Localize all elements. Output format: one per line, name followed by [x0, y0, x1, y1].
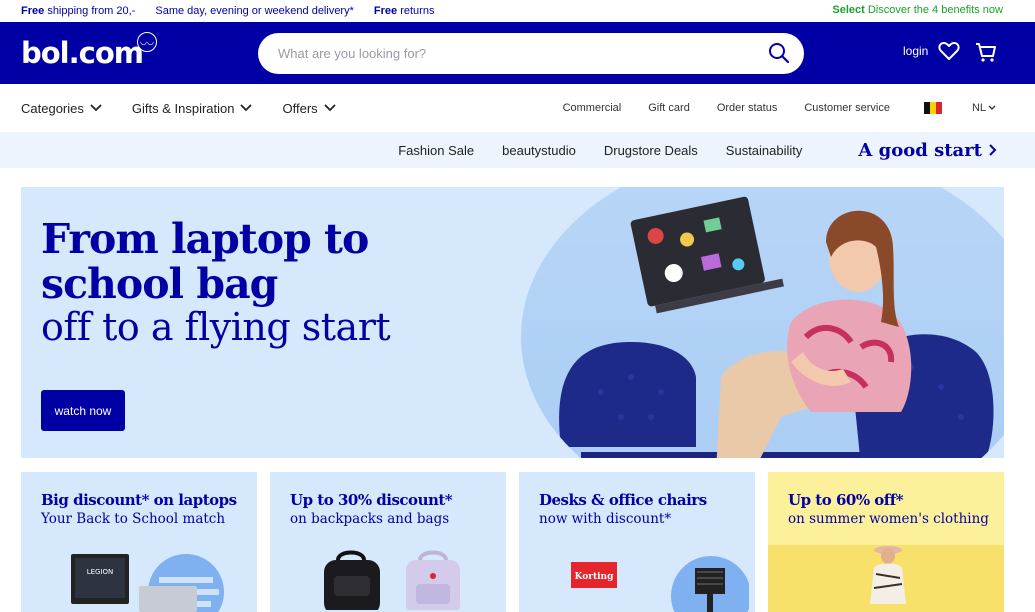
categories-label: Categories [21, 100, 84, 116]
service-links: Commercial Gift card Order status Custom… [536, 84, 996, 132]
hero-image [521, 187, 1004, 458]
free-returns-text: returns [400, 5, 435, 17]
beautystudio-link[interactable]: beautystudio [502, 143, 576, 158]
logo-smile-icon: ◡◡ [137, 32, 157, 52]
delivery-note[interactable]: Same day, evening or weekend delivery* [155, 5, 354, 17]
search-icon[interactable] [768, 42, 790, 64]
promo-card-desks[interactable]: Desks & office chairs now with discount*… [519, 472, 755, 612]
bol-logo[interactable]: bol.com [21, 36, 144, 70]
sub-navigation: Fashion Sale beautystudio Drugstore Deal… [0, 132, 1035, 168]
customer-service-link[interactable]: Customer service [804, 102, 890, 114]
chevron-down-icon [240, 104, 253, 112]
language-selector[interactable]: NL [923, 102, 996, 114]
free-shipping-note[interactable]: Free shipping from 20,- [21, 5, 135, 17]
commercial-link[interactable]: Commercial [563, 102, 622, 114]
drugstore-deals-link[interactable]: Drugstore Deals [604, 143, 698, 158]
search-input[interactable] [278, 46, 748, 61]
select-benefits-link[interactable]: Select Discover the 4 benefits now [832, 4, 1003, 16]
summer-model-image [870, 546, 906, 604]
cart-icon[interactable] [975, 41, 997, 63]
discount-label: Korting [575, 572, 614, 582]
free-returns-note[interactable]: Free returns [374, 5, 435, 17]
offers-menu[interactable]: Offers [282, 100, 336, 116]
order-status-link[interactable]: Order status [717, 102, 778, 114]
select-text: Discover the 4 benefits now [867, 4, 1003, 16]
main-navigation: Categories Gifts & Inspiration Offers Co… [0, 84, 1035, 132]
hero-title: From laptop to school bag [41, 215, 369, 308]
chevron-down-icon [988, 105, 996, 110]
card-subtitle: on summer women's clothing [788, 511, 989, 527]
card-subtitle: Your Back to School match [41, 511, 226, 527]
free-shipping-bold: Free [21, 5, 45, 17]
card-title: Up to 60% off* [788, 491, 904, 509]
chevron-down-icon [324, 104, 336, 112]
backpacks-image [324, 550, 460, 610]
heart-icon[interactable] [938, 41, 960, 61]
offers-label: Offers [282, 100, 318, 116]
promo-card-summer-clothing[interactable]: Up to 60% off* on summer women's clothin… [768, 472, 1004, 612]
chevron-down-icon [90, 104, 102, 112]
free-returns-bold: Free [373, 5, 398, 17]
promo-card-backpacks[interactable]: Up to 30% discount* on backpacks and bag… [270, 472, 506, 612]
desk-chair-image: Korting [571, 556, 749, 612]
hero-title-line1: From laptop to [41, 215, 369, 263]
site-header: bol.com ◡◡ login [0, 22, 1035, 84]
hero-banner[interactable]: From laptop to school bag off to a flying… [21, 187, 1004, 458]
sustainability-link[interactable]: Sustainability [726, 143, 803, 158]
chevron-right-icon [989, 144, 997, 156]
gifts-menu[interactable]: Gifts & Inspiration [132, 101, 253, 116]
promo-card-laptops[interactable]: Big discount* on laptops Your Back to Sc… [21, 472, 257, 612]
gift-card-link[interactable]: Gift card [648, 102, 690, 114]
login-link[interactable]: login [903, 44, 928, 58]
card-title: Up to 30% discount* [290, 491, 453, 509]
card-title: Big discount* on laptops [41, 491, 237, 509]
hero-illustration [559, 196, 994, 458]
top-info-bar: Free shipping from 20,- Same day, evenin… [0, 0, 1035, 22]
gifts-label: Gifts & Inspiration [131, 100, 235, 116]
belgium-flag-icon [923, 102, 942, 114]
card-subtitle: now with discount* [539, 511, 672, 527]
hero-title-line2: school bag [41, 260, 278, 308]
language-label: NL [971, 102, 986, 114]
search-bar [258, 33, 804, 74]
categories-menu[interactable]: Categories [21, 101, 102, 116]
select-bold: Select [832, 4, 865, 16]
laptop-brand-label: LEGION [87, 568, 114, 576]
card-title: Desks & office chairs [539, 491, 707, 509]
good-start-link[interactable]: A good start [830, 140, 998, 161]
good-start-label: A good start [858, 139, 982, 161]
card-subtitle: on backpacks and bags [290, 511, 450, 527]
laptop-image: LEGION [71, 554, 224, 612]
fashion-sale-link[interactable]: Fashion Sale [398, 143, 474, 158]
watch-now-button[interactable]: watch now [41, 390, 125, 431]
free-shipping-text: shipping from 20,- [47, 5, 136, 17]
hero-subtitle: off to a flying start [41, 305, 391, 349]
